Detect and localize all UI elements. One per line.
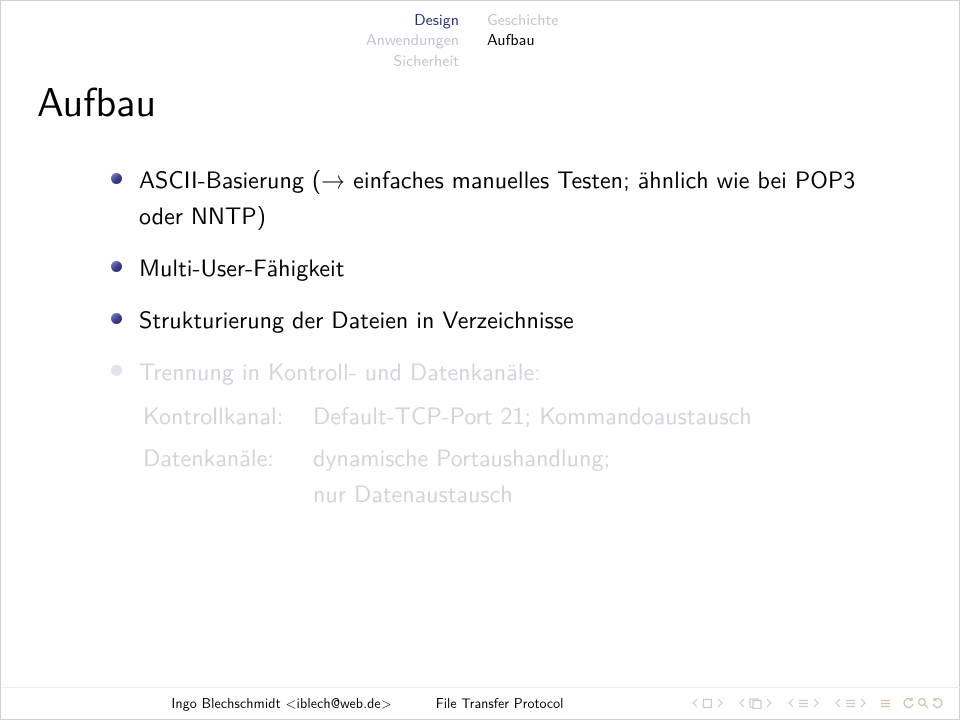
footer-author: Ingo Blechschmidt <iblech@web.de> bbox=[1, 693, 414, 713]
bullet-trennung: Trennung in Kontroll- und Datenkanäle: K… bbox=[111, 353, 881, 511]
nav-back-icon[interactable] bbox=[903, 697, 915, 709]
bullet-text: Multi-User-Fähigkeit bbox=[139, 249, 344, 284]
subsection-aufbau[interactable]: Aufbau bbox=[487, 29, 953, 49]
nav-icon-tray bbox=[690, 697, 960, 709]
nav-prev-frame-icon[interactable] bbox=[737, 698, 747, 708]
desc-term-kontrollkanal: Kontrollkanal: bbox=[143, 397, 303, 433]
bullet-multiuser: Multi-User-Fähigkeit bbox=[111, 249, 881, 285]
desc-def-line2: nur Datenaustausch bbox=[313, 475, 513, 510]
desc-def-kontrollkanal: Default-TCP-Port 21; Kommandoaustausch bbox=[313, 397, 881, 433]
subsection-geschichte[interactable]: Geschichte bbox=[487, 9, 953, 29]
frame-title: Aufbau bbox=[37, 71, 156, 129]
footer-bar: Ingo Blechschmidt <iblech@web.de> File T… bbox=[1, 687, 960, 719]
nav-frame-icon[interactable] bbox=[749, 698, 762, 709]
content-area: ASCII-Basierung (→ einfaches manuelles T… bbox=[111, 161, 881, 527]
nav-subsection-group bbox=[786, 698, 821, 709]
section-design[interactable]: Design bbox=[1, 9, 459, 29]
section-sicherheit[interactable]: Sicherheit bbox=[1, 50, 459, 70]
nav-next-section-icon[interactable] bbox=[858, 698, 868, 708]
nav-next-slide-icon[interactable] bbox=[715, 698, 725, 708]
desc-def-datenkanaele: dynamische Portaushandlung; nur Datenaus… bbox=[313, 439, 881, 511]
nav-prev-section-icon[interactable] bbox=[833, 698, 843, 708]
nav-slide-icon[interactable] bbox=[702, 698, 713, 709]
bullet-struktur: Strukturierung der Dateien in Verzeichni… bbox=[111, 301, 881, 337]
nav-undo-group bbox=[903, 697, 943, 709]
nav-striped-icon-2[interactable] bbox=[845, 698, 856, 709]
nav-next-frame-icon[interactable] bbox=[764, 698, 774, 708]
nav-striped-icon[interactable] bbox=[798, 698, 809, 709]
slide: Design Anwendungen Sicherheit Geschichte… bbox=[0, 0, 960, 720]
nav-prev-subsection-icon[interactable] bbox=[786, 698, 796, 708]
nav-forward-icon[interactable] bbox=[931, 697, 943, 709]
nav-search-icon[interactable] bbox=[917, 697, 929, 709]
nav-next-subsection-icon[interactable] bbox=[811, 698, 821, 708]
desc-def-line1: dynamische Portaushandlung; bbox=[313, 439, 610, 474]
nav-prev-slide-icon[interactable] bbox=[690, 698, 700, 708]
nav-striped-final-icon[interactable] bbox=[880, 698, 891, 709]
desc-term-datenkanaele: Datenkanäle: bbox=[143, 439, 303, 511]
nav-slide-group bbox=[690, 698, 725, 709]
bullet-text: Strukturierung der Dateien in Verzeichni… bbox=[139, 301, 574, 336]
nav-section-group bbox=[833, 698, 868, 709]
top-navigation: Design Anwendungen Sicherheit Geschichte… bbox=[1, 9, 960, 70]
section-anwendungen[interactable]: Anwendungen bbox=[1, 29, 459, 49]
bullet-text: ASCII-Basierung (→ einfaches manuelles T… bbox=[139, 161, 855, 232]
footer-title: File Transfer Protocol bbox=[414, 693, 690, 713]
bullet-ascii: ASCII-Basierung (→ einfaches manuelles T… bbox=[111, 161, 881, 233]
bullet-text: Trennung in Kontroll- und Datenkanäle: bbox=[139, 353, 541, 388]
nav-frame-group bbox=[737, 698, 774, 709]
